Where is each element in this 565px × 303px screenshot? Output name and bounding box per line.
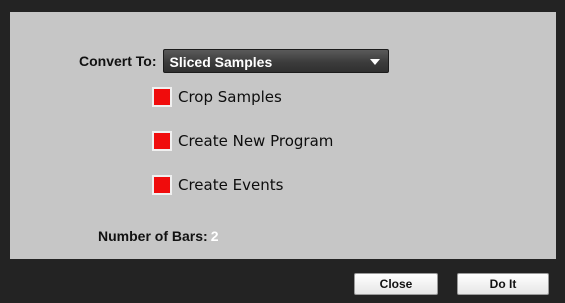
create-events-label: Create Events	[178, 176, 284, 194]
crop-samples-checkbox[interactable]	[152, 87, 172, 107]
number-of-bars-label: Number of Bars:	[98, 228, 208, 244]
number-of-bars-value[interactable]: 2	[211, 228, 219, 244]
crop-samples-option[interactable]: Crop Samples	[152, 87, 282, 107]
create-new-program-option[interactable]: Create New Program	[152, 131, 333, 151]
convert-to-select[interactable]: Sliced Samples	[162, 49, 389, 73]
do-it-button[interactable]: Do It	[457, 273, 549, 295]
number-of-bars-row: Number of Bars: 2	[98, 228, 218, 244]
dropdown-arrow-icon	[369, 59, 380, 65]
create-events-option[interactable]: Create Events	[152, 175, 283, 195]
crop-samples-label: Crop Samples	[178, 88, 282, 106]
dialog-panel: Convert To: Sliced Samples Crop Samples …	[10, 12, 556, 259]
convert-to-value: Sliced Samples	[169, 54, 273, 70]
create-new-program-label: Create New Program	[178, 132, 334, 150]
convert-to-row: Convert To: Sliced Samples	[79, 49, 389, 73]
close-button[interactable]: Close	[354, 273, 438, 295]
convert-to-label: Convert To:	[79, 53, 157, 69]
create-new-program-checkbox[interactable]	[152, 131, 172, 151]
create-events-checkbox[interactable]	[152, 175, 172, 195]
